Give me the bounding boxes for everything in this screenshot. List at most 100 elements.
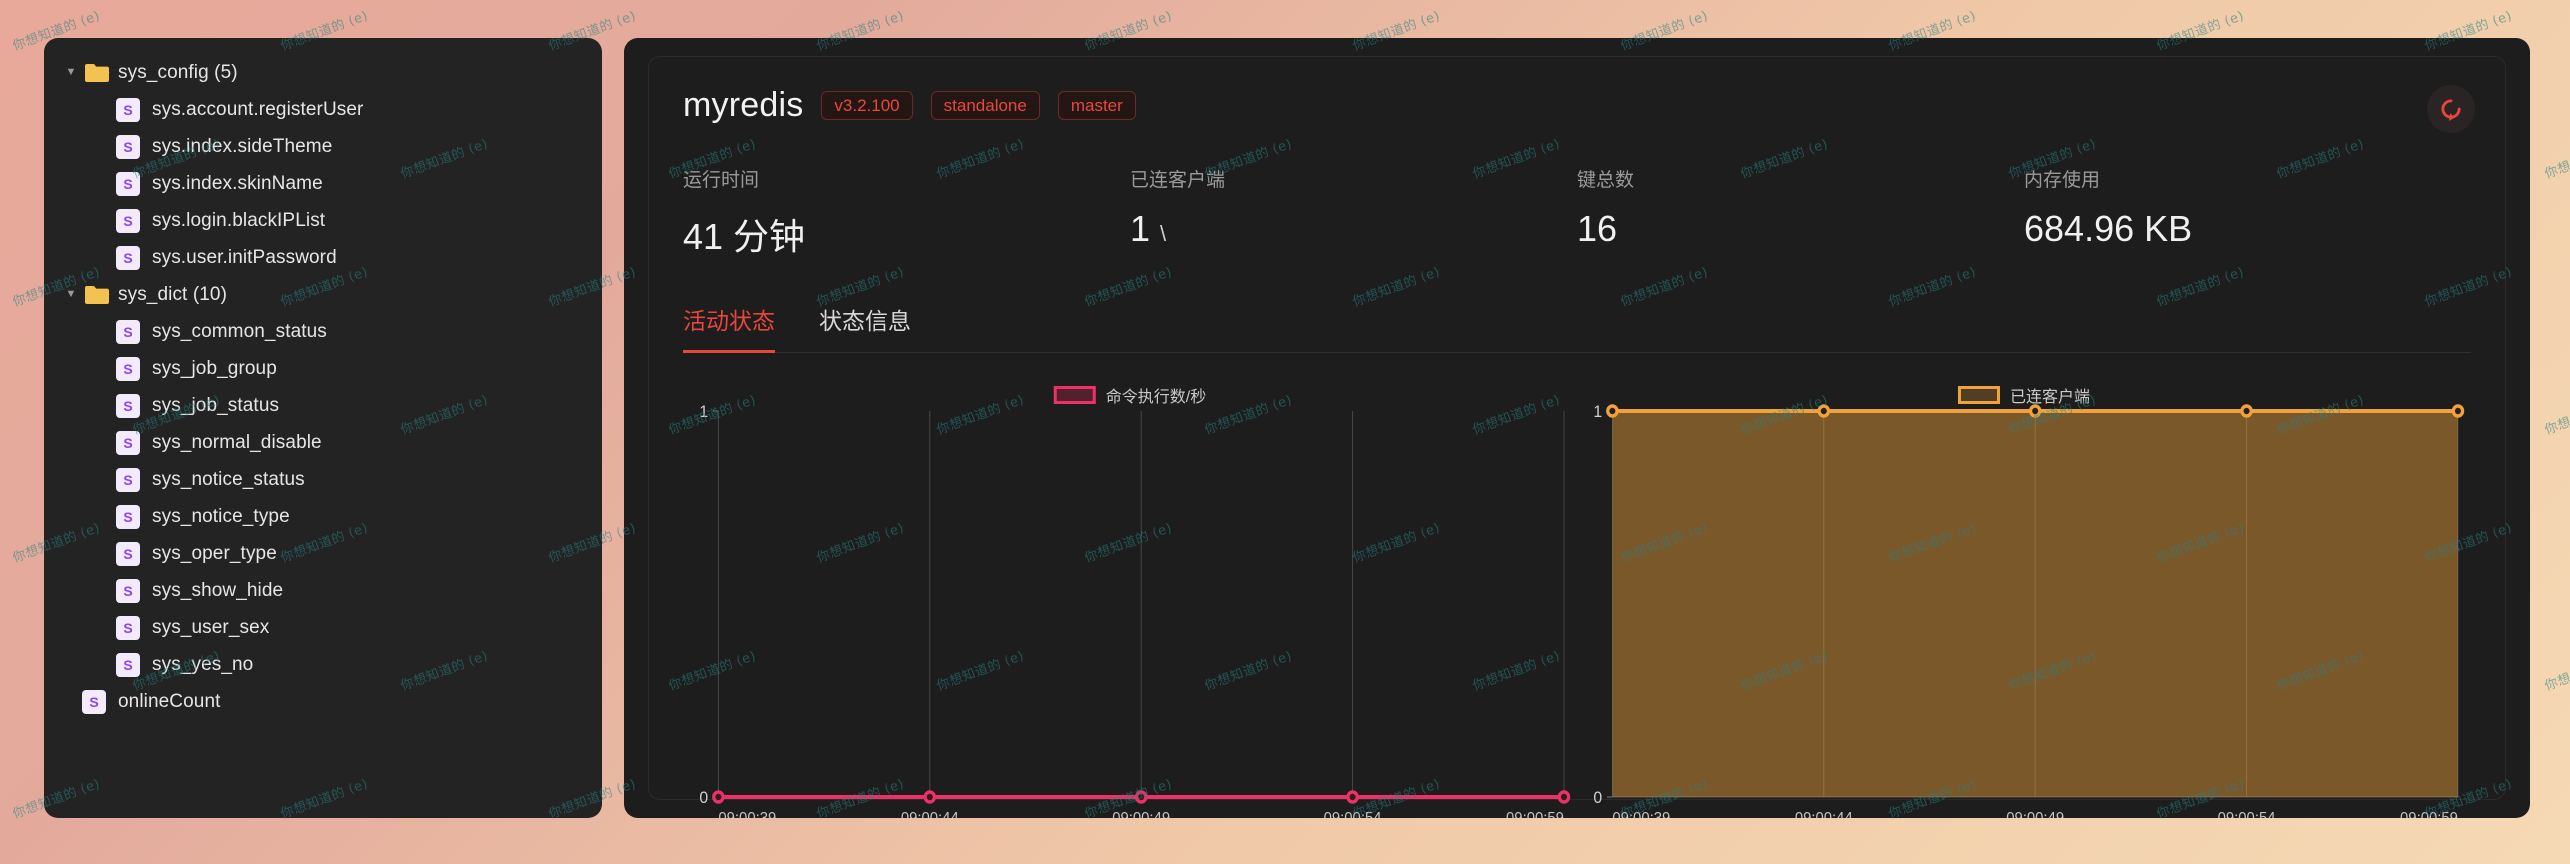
data-point[interactable] (1346, 790, 1359, 804)
tree-key-row[interactable]: Ssys.login.blackIPList (54, 202, 592, 239)
tree-item-label: sys_yes_no (152, 653, 254, 675)
stat-value: 1 \ (1130, 208, 1577, 250)
string-type-icon: S (116, 393, 140, 418)
tree-key-row[interactable]: Ssys_notice_type (54, 498, 592, 535)
data-point[interactable] (1606, 404, 1619, 418)
main-panel: myredis v3.2.100 standalone master 运行时间 … (624, 38, 2530, 818)
tree-key-row[interactable]: Ssys_show_hide (54, 572, 592, 609)
stat-value: 41 分钟 (683, 216, 806, 257)
page-title: myredis (683, 85, 804, 124)
string-type-icon: S (116, 578, 140, 603)
legend-swatch (1053, 386, 1096, 404)
tree-item-label: sys_common_status (152, 320, 327, 342)
tree-item-label: sys.index.skinName (152, 172, 323, 194)
string-type-icon: S (116, 504, 140, 529)
data-point[interactable] (1134, 790, 1148, 804)
data-point[interactable] (2028, 404, 2042, 418)
x-tick-label: 09:00:49 (1112, 810, 1170, 818)
data-point[interactable] (923, 790, 937, 804)
charts-area: 命令执行数/秒 1 0 09:00:39 09:00:44 09:00:49 09:00:… (683, 377, 2471, 818)
data-point[interactable] (1817, 404, 1831, 418)
tree-item-label: sys_dict (10) (118, 283, 228, 305)
data-point[interactable] (2451, 404, 2465, 418)
badge-mode: standalone (930, 90, 1040, 120)
x-tick-label: 09:00:54 (2218, 810, 2276, 818)
y-tick-label: 0 (699, 789, 708, 808)
tree-key-row[interactable]: Ssys_yes_no (54, 646, 592, 683)
watermark-text: 你想知道的 (e) (2542, 393, 2570, 439)
string-type-icon: S (116, 245, 140, 270)
tree-item-label: onlineCount (118, 690, 221, 712)
string-type-icon: S (116, 467, 140, 492)
key-tree[interactable]: ▼ sys_config (5) Ssys.account.registerUser… (54, 54, 592, 720)
tree-folder-row[interactable]: ▼ sys_config (5) (54, 54, 592, 91)
refresh-icon (2441, 99, 2461, 121)
tree-key-row[interactable]: Ssys_oper_type (54, 535, 592, 572)
tree-key-row[interactable]: Ssys.index.skinName (54, 165, 592, 202)
x-tick-label: 09:00:59 (2400, 810, 2458, 818)
tree-key-row[interactable]: Ssys_notice_status (54, 461, 592, 498)
legend-swatch (1957, 386, 2000, 404)
tree-item-label: sys_notice_status (152, 468, 305, 490)
app-window: ▼ sys_config (5) Ssys.account.registerUser… (44, 38, 2530, 818)
data-point[interactable] (2240, 404, 2253, 418)
tree-item-label: sys_notice_type (152, 505, 290, 527)
area-fill (1612, 411, 2458, 797)
stat-number: 1 (1130, 208, 1151, 249)
chevron-down-icon[interactable]: ▼ (60, 67, 82, 78)
stats-row: 运行时间 41 分钟 已连客户端 1 \ 键总数 16 内存使用 684.96 (683, 165, 2471, 260)
chart-legend[interactable]: 命令执行数/秒 (1053, 383, 1207, 407)
folder-icon (85, 286, 110, 304)
string-type-icon: S (116, 171, 140, 196)
data-point[interactable] (1557, 790, 1571, 804)
tree-key-row[interactable]: Ssys.index.sideTheme (54, 128, 592, 165)
content-tabs[interactable]: 活动状态 状态信息 (683, 302, 2471, 353)
tree-item-label: sys_config (5) (118, 61, 238, 83)
tree-item-label: sys_oper_type (152, 542, 277, 564)
tree-item-label: sys_normal_disable (152, 431, 322, 453)
stat-label: 内存使用 (2024, 170, 2101, 191)
tree-item-label: sys.account.registerUser (152, 98, 364, 120)
string-type-icon: S (116, 615, 140, 640)
badge-version: v3.2.100 (821, 90, 913, 120)
stat-uptime: 运行时间 41 分钟 (683, 165, 1130, 260)
stat-total-keys: 键总数 16 (1577, 165, 2024, 260)
tree-key-row[interactable]: Ssys_common_status (54, 313, 592, 350)
folder-icon (85, 64, 110, 82)
tree-key-row[interactable]: Ssys_job_group (54, 350, 592, 387)
stat-label: 已连客户端 (1130, 170, 1226, 191)
x-tick-label: 09:00:44 (901, 810, 959, 818)
tree-item-label: sys.user.initPassword (152, 246, 337, 268)
stat-connected-clients: 已连客户端 1 \ (1130, 165, 1577, 260)
string-type-icon: S (116, 134, 140, 159)
chevron-down-icon[interactable]: ▼ (60, 289, 82, 300)
tab-activity-status[interactable]: 活动状态 (683, 302, 775, 353)
string-type-icon: S (82, 689, 106, 714)
legend-label: 命令执行数/秒 (1105, 389, 1207, 406)
watermark-text: 你想知道的 (e) (2542, 137, 2570, 183)
stat-value: 16 (1577, 208, 1618, 249)
x-tick-label: 09:00:54 (1324, 810, 1382, 818)
refresh-button[interactable] (2427, 85, 2475, 133)
chart-connected-clients[interactable]: 已连客户端 1 0 09:00:39 09:00:44 09:00:49 09:00:54… (1577, 377, 2471, 818)
tree-key-row[interactable]: Ssys_user_sex (54, 609, 592, 646)
redis-key-tree-sidebar[interactable]: ▼ sys_config (5) Ssys.account.registerUser… (44, 38, 602, 818)
badge-role: master (1057, 90, 1136, 120)
watermark-text: 你想知道的 (e) (2542, 649, 2570, 695)
tree-folder-row[interactable]: ▼ sys_dict (10) (54, 276, 592, 313)
string-type-icon: S (116, 541, 140, 566)
chart-commands-per-second[interactable]: 命令执行数/秒 1 0 09:00:39 09:00:44 09:00:49 09:00:… (683, 377, 1577, 818)
string-type-icon: S (116, 356, 140, 381)
x-tick-label: 09:00:39 (1612, 810, 1670, 818)
data-point[interactable] (712, 790, 725, 804)
tree-key-row[interactable]: SonlineCount (54, 683, 592, 720)
chart-legend[interactable]: 已连客户端 (1957, 383, 2090, 407)
tree-key-row[interactable]: Ssys_normal_disable (54, 424, 592, 461)
tab-status-info[interactable]: 状态信息 (819, 302, 911, 352)
y-tick-label: 1 (1593, 403, 1602, 422)
tree-key-row[interactable]: Ssys.account.registerUser (54, 91, 592, 128)
redis-monitor-card: myredis v3.2.100 standalone master 运行时间 … (648, 56, 2506, 818)
string-type-icon: S (116, 430, 140, 455)
tree-key-row[interactable]: Ssys_job_status (54, 387, 592, 424)
tree-key-row[interactable]: Ssys.user.initPassword (54, 239, 592, 276)
